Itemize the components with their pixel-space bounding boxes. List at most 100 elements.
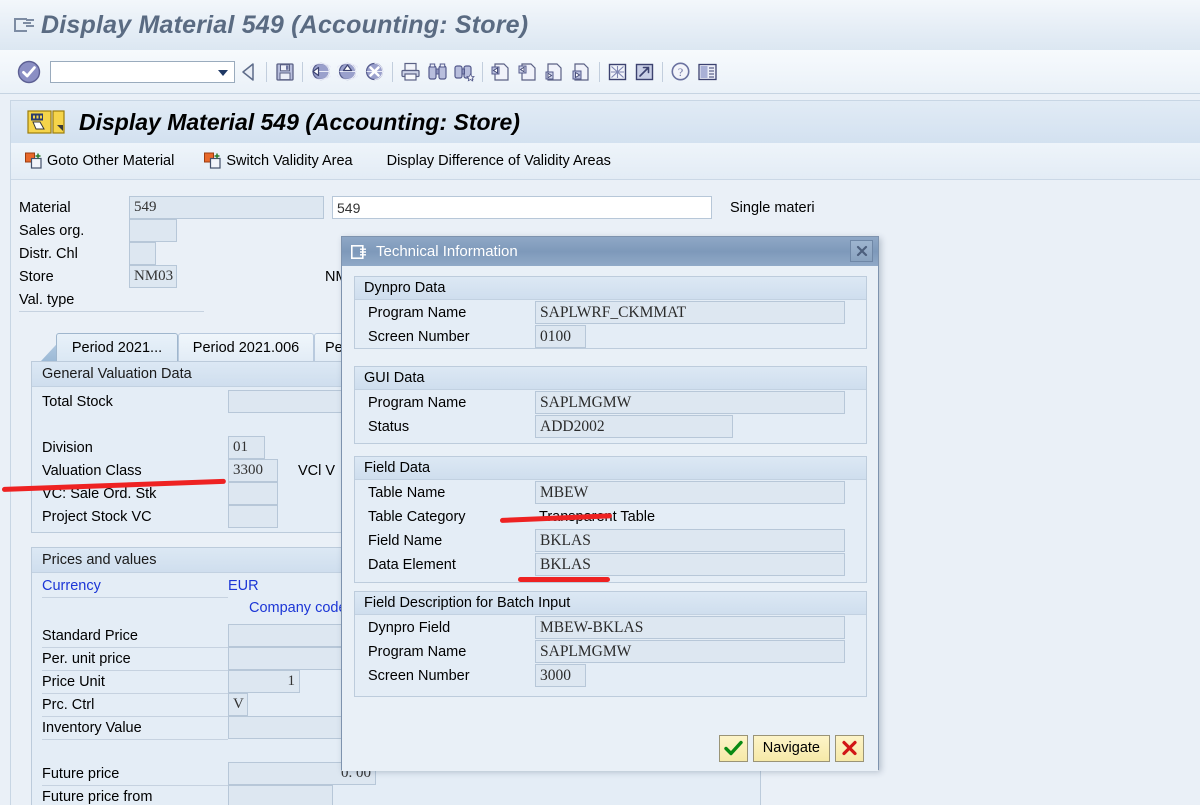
previous-page-icon[interactable] (514, 58, 541, 86)
gui-program-name-value[interactable]: SAPLMGMW (535, 391, 845, 414)
binoculars-icon[interactable] (424, 58, 451, 86)
create-session-icon[interactable] (604, 58, 631, 86)
continue-button[interactable] (718, 734, 748, 762)
tab-period-2021[interactable]: Period 2021... (56, 333, 178, 361)
val-type-input[interactable] (129, 288, 199, 311)
gui-status-row: Status ADD2002 (355, 415, 866, 438)
dynpro-program-name-value[interactable]: SAPLWRF_CKMMAT (535, 301, 845, 324)
window-title-bar: Display Material 549 (Accounting: Store) (0, 0, 1200, 50)
switch-validity-area-button[interactable]: Switch Validity Area (198, 147, 358, 175)
system-toolbar: ? (0, 50, 1200, 94)
last-page-icon[interactable] (568, 58, 595, 86)
currency-label[interactable]: Currency (42, 578, 228, 594)
enter-check-icon[interactable] (16, 59, 42, 85)
vc-sale-ord-stk-input[interactable] (228, 482, 278, 505)
table-name-row: Table Name MBEW (355, 481, 866, 504)
prc-ctrl-label: Prc. Ctrl (42, 696, 95, 713)
window-title: Display Material 549 (Accounting: Store) (41, 10, 529, 39)
tab-period-2021-label: Period 2021... (71, 339, 163, 356)
close-x-icon[interactable] (850, 240, 873, 262)
navigate-button[interactable]: Navigate (752, 734, 830, 762)
table-name-value[interactable]: MBEW (535, 481, 845, 504)
data-element-label: Data Element (368, 556, 456, 573)
dynpro-screen-number-value[interactable]: 0100 (535, 325, 586, 348)
per-unit-price-label: Per. unit price (42, 650, 131, 667)
dialog-body: Dynpro Data Program Name SAPLWRF_CKMMAT … (342, 266, 878, 771)
cancel-button[interactable] (835, 734, 864, 762)
price-unit-label: Price Unit (42, 673, 105, 690)
batch-input-description-group: Field Description for Batch Input Dynpro… (354, 591, 867, 697)
distr-chl-input[interactable] (129, 242, 156, 265)
batch-program-name-value[interactable]: SAPLMGMW (535, 640, 845, 663)
currency-value: EUR (228, 577, 259, 594)
binoculars-plus-icon[interactable] (451, 58, 478, 86)
exit-globe-icon[interactable] (307, 58, 334, 86)
sales-org-row: Sales org. (19, 219, 177, 242)
next-page-icon[interactable] (541, 58, 568, 86)
price-unit-label-wrap: Price Unit (42, 670, 228, 694)
project-stock-vc-row: Project Stock VC (42, 505, 278, 528)
field-name-row: Field Name BKLAS (355, 529, 866, 552)
sales-org-input[interactable] (129, 219, 177, 242)
tab-period-2021-006[interactable]: Period 2021.006 (178, 333, 314, 361)
single-material-label: Single materi (730, 199, 815, 216)
division-input[interactable]: 01 (228, 436, 265, 459)
valuation-class-label: Valuation Class (42, 462, 142, 479)
val-type-row: Val. type (19, 288, 204, 312)
chevron-down-icon[interactable] (218, 69, 228, 76)
distr-chl-label: Distr. Chl (19, 245, 78, 262)
command-field[interactable] (50, 60, 235, 83)
prc-ctrl-label-wrap: Prc. Ctrl (42, 693, 228, 717)
cancel-globe-icon[interactable] (361, 58, 388, 86)
svg-text:?: ? (678, 65, 683, 79)
batch-program-name-label: Program Name (368, 643, 467, 660)
table-category-value: Transparent Table (539, 508, 656, 525)
gui-status-value[interactable]: ADD2002 (535, 415, 733, 438)
help-question-icon[interactable]: ? (667, 58, 694, 86)
project-stock-vc-input[interactable] (228, 505, 278, 528)
first-page-icon[interactable] (487, 58, 514, 86)
printer-icon[interactable] (397, 58, 424, 86)
material-description-input[interactable]: 549 (332, 196, 712, 219)
technical-information-dialog: Technical Information Dynpro Data Progra… (341, 236, 879, 771)
total-stock-label: Total Stock (42, 393, 113, 410)
data-element-value[interactable]: BKLAS (535, 553, 845, 576)
back-arrow-icon[interactable] (235, 58, 262, 86)
store-row: Store NM03 NM (19, 265, 348, 288)
toolbar-separator (658, 60, 667, 84)
material-input[interactable]: 549 (129, 196, 324, 219)
future-price-from-label-wrap: Future price from (42, 785, 228, 805)
goto-other-material-button[interactable]: Goto Other Material (19, 147, 180, 175)
future-price-label: Future price (42, 765, 120, 782)
vc-sale-ord-stk-label: VC: Sale Ord. Stk (42, 485, 157, 502)
sales-org-label: Sales org. (19, 222, 85, 239)
up-globe-icon[interactable] (334, 58, 361, 86)
division-label: Division (42, 439, 93, 456)
batch-screen-number-value[interactable]: 3000 (535, 664, 586, 687)
inventory-value-label: Inventory Value (42, 719, 142, 736)
dialog-title: Technical Information (376, 243, 518, 260)
goto-other-material-label: Goto Other Material (47, 153, 175, 169)
gui-data-group: GUI Data Program Name SAPLMGMW Status AD… (354, 366, 867, 444)
prc-ctrl-input[interactable]: V (228, 693, 248, 716)
save-disk-icon[interactable] (271, 58, 298, 86)
price-unit-input[interactable]: 1 (228, 670, 300, 693)
dialog-footer: Navigate (342, 725, 878, 771)
standard-price-label: Standard Price (42, 627, 138, 644)
project-stock-vc-label: Project Stock VC (42, 508, 152, 525)
display-difference-validity-button[interactable]: Display Difference of Validity Areas (381, 147, 617, 175)
future-price-from-input[interactable] (228, 785, 333, 805)
dynpro-field-value[interactable]: MBEW-BKLAS (535, 616, 845, 639)
layout-menu-icon[interactable] (694, 58, 721, 86)
shortcut-icon[interactable] (631, 58, 658, 86)
store-label: Store (19, 268, 54, 285)
dynpro-program-name-label: Program Name (368, 304, 467, 321)
price-unit-row: 1 (228, 670, 300, 693)
tab-period-2021-006-label: Period 2021.006 (192, 339, 300, 356)
store-input[interactable]: NM03 (129, 265, 177, 288)
red-x-icon (841, 740, 858, 756)
dialog-title-bar[interactable]: Technical Information (342, 237, 878, 266)
field-name-value[interactable]: BKLAS (535, 529, 845, 552)
toolbar-separator (298, 60, 307, 84)
valuation-class-input[interactable]: 3300 (228, 459, 278, 482)
